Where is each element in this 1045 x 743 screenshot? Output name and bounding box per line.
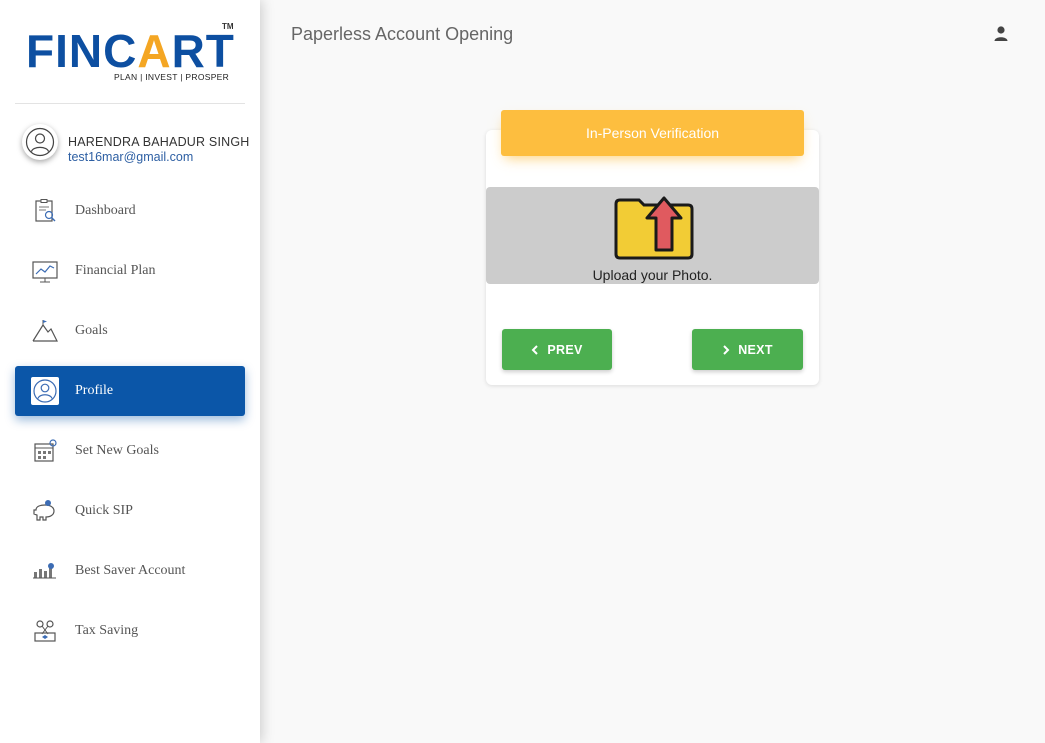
logo-tagline: PLAN | INVEST | PROSPER xyxy=(114,72,230,82)
mountain-icon xyxy=(31,317,59,345)
upload-label: Upload your Photo. xyxy=(592,267,713,283)
sidebar-item-label: Dashboard xyxy=(75,203,136,218)
sidebar-item-best-saver-account[interactable]: Best Saver Account xyxy=(15,546,245,596)
next-button-label: NEXT xyxy=(738,342,773,357)
sidebar-item-financial-plan[interactable]: Financial Plan xyxy=(15,246,245,296)
calendar-icon xyxy=(31,437,59,465)
sidebar-item-label: Tax Saving xyxy=(75,623,139,638)
sidebar-item-set-new-goals[interactable]: Set New Goals xyxy=(15,426,245,476)
sidebar-item-tax-saving[interactable]: Tax Saving xyxy=(15,606,245,656)
logo-trademark: TM xyxy=(222,22,234,31)
sidebar-item-label: Best Saver Account xyxy=(75,563,186,578)
sidebar-item-label: Financial Plan xyxy=(75,263,156,278)
sidebar-nav: Dashboard Financial Plan Goals Profile S… xyxy=(15,186,245,666)
upload-photo-area[interactable]: Upload your Photo. xyxy=(486,187,819,284)
next-button[interactable]: NEXT xyxy=(692,329,803,370)
avatar-person-icon xyxy=(25,127,55,157)
chevron-left-icon xyxy=(531,344,539,355)
card-title: In-Person Verification xyxy=(501,110,804,156)
sidebar-item-profile[interactable]: Profile xyxy=(15,366,245,416)
divider xyxy=(15,103,245,104)
sidebar-item-label: Quick SIP xyxy=(75,503,133,518)
person-icon[interactable] xyxy=(992,25,1010,43)
sidebar-item-label: Goals xyxy=(75,323,108,338)
sidebar-item-quick-sip[interactable]: Quick SIP xyxy=(15,486,245,536)
user-email: test16mar@gmail.com xyxy=(68,150,194,164)
savings-icon xyxy=(31,557,59,585)
sidebar-item-dashboard[interactable]: Dashboard xyxy=(15,186,245,236)
sidebar: FINCART TM PLAN | INVEST | PROSPER HAREN… xyxy=(0,0,260,743)
dashboard-icon xyxy=(31,197,59,225)
profile-icon xyxy=(31,377,59,405)
prev-button[interactable]: PREV xyxy=(502,329,612,370)
prev-button-label: PREV xyxy=(547,342,583,357)
tax-icon xyxy=(31,617,59,645)
user-name: HARENDRA BAHADUR SINGH xyxy=(68,135,250,149)
folder-upload-icon xyxy=(614,196,694,260)
user-profile-summary: HARENDRA BAHADUR SINGH test16mar@gmail.c… xyxy=(22,124,252,168)
avatar[interactable] xyxy=(22,124,58,160)
fincart-logo[interactable]: FINCART TM PLAN | INVEST | PROSPER xyxy=(26,22,238,84)
page-title: Paperless Account Opening xyxy=(291,24,514,44)
chevron-right-icon xyxy=(723,344,730,355)
piggy-bank-icon xyxy=(31,497,59,525)
chart-icon xyxy=(31,257,59,285)
logo-wordmark: FINCART xyxy=(26,25,235,77)
sidebar-item-goals[interactable]: Goals xyxy=(15,306,245,356)
sidebar-item-label: Set New Goals xyxy=(75,443,159,458)
sidebar-item-label: Profile xyxy=(75,383,114,398)
